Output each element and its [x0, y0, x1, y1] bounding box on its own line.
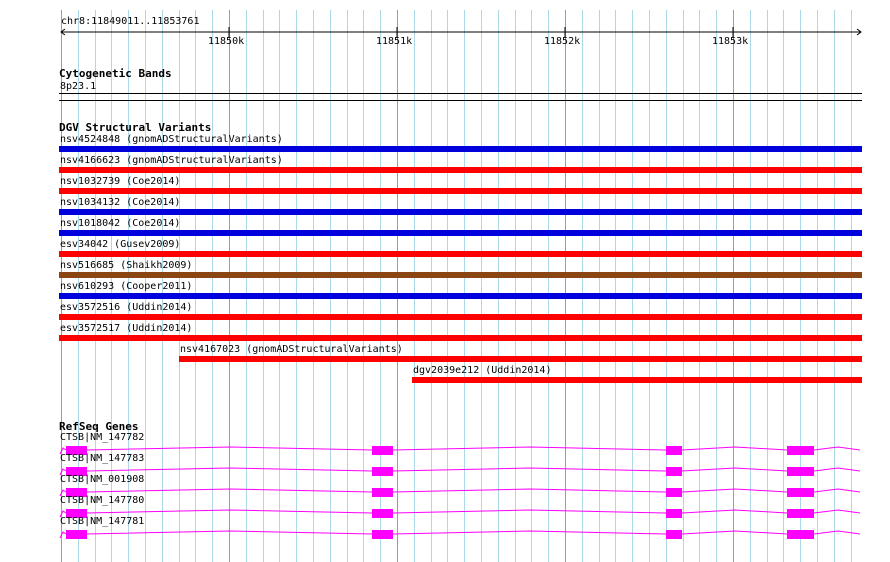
intron-line	[86, 446, 373, 451]
track-title-cytobands[interactable]: Cytogenetic Bands	[59, 68, 172, 79]
dgv-variant-bar[interactable]	[59, 314, 862, 320]
dgv-variant-label: nsv516685 (Shaikh2009)	[60, 260, 193, 271]
exon-block[interactable]	[66, 530, 87, 539]
dgv-variant-label: nsv1032739 (Coe2014)	[60, 176, 181, 187]
ruler-tick-label: 11853k	[712, 36, 749, 47]
intron-line	[813, 488, 861, 493]
intron-line	[86, 467, 373, 472]
intron-line	[392, 467, 667, 472]
dgv-variant-label: nsv1018042 (Coe2014)	[60, 218, 181, 229]
intron-line	[681, 488, 788, 493]
dgv-variant-bar[interactable]	[59, 293, 862, 299]
dgv-variant-bar[interactable]	[59, 146, 862, 152]
exon-block[interactable]	[666, 467, 682, 476]
intron-line	[681, 530, 788, 535]
intron-line	[813, 446, 861, 451]
intron-line	[813, 509, 861, 514]
intron-line	[813, 467, 861, 472]
exon-block[interactable]	[372, 467, 393, 476]
dgv-variant-bar[interactable]	[59, 230, 862, 236]
exon-block[interactable]	[787, 530, 814, 539]
intron-line	[681, 509, 788, 514]
dgv-variant-bar[interactable]	[59, 272, 862, 278]
intron-line	[86, 509, 373, 514]
ruler-tick-label: 11851k	[376, 36, 413, 47]
dgv-variant-bar[interactable]	[59, 209, 862, 215]
exon-block[interactable]	[787, 488, 814, 497]
exon-block[interactable]	[787, 467, 814, 476]
dgv-variant-label: dgv2039e212 (Uddin2014)	[413, 365, 552, 376]
intron-line	[813, 530, 861, 535]
exon-block[interactable]	[372, 488, 393, 497]
dgv-variant-label: nsv610293 (Cooper2011)	[60, 281, 193, 292]
intron-line	[392, 530, 667, 535]
track-divider	[59, 100, 862, 101]
track-title-refseq[interactable]: RefSeq Genes	[59, 421, 138, 432]
ruler-tick-label: 11850k	[208, 36, 245, 47]
exon-block[interactable]	[372, 446, 393, 455]
dgv-variant-label: esv3572516 (Uddin2014)	[60, 302, 193, 313]
intron-line	[681, 467, 788, 472]
dgv-variant-label: esv34042 (Gusev2009)	[60, 239, 181, 250]
dgv-variant-bar[interactable]	[59, 188, 862, 194]
transcript-start-marker	[59, 531, 67, 539]
exon-block[interactable]	[372, 530, 393, 539]
track-title-dgv[interactable]: DGV Structural Variants	[59, 122, 211, 133]
exon-block[interactable]	[787, 446, 814, 455]
exon-block[interactable]	[372, 509, 393, 518]
dgv-variant-bar[interactable]	[412, 377, 862, 383]
ruler[interactable]	[0, 26, 890, 40]
dgv-variant-bar[interactable]	[59, 335, 862, 341]
exon-block[interactable]	[787, 509, 814, 518]
dgv-variant-label: nsv4166623 (gnomADStructuralVariants)	[60, 155, 283, 166]
genome-browser-view[interactable]: chr8:11849011..11853761 11850k 11851k 11…	[0, 0, 890, 562]
dgv-variant-bar[interactable]	[179, 356, 862, 362]
intron-line	[392, 446, 667, 451]
dgv-variant-label: nsv4167023 (gnomADStructuralVariants)	[180, 344, 403, 355]
cytoband-label: 8p23.1	[60, 81, 97, 92]
exon-block[interactable]	[666, 530, 682, 539]
cytoband-rule[interactable]	[59, 93, 862, 94]
intron-line	[392, 488, 667, 493]
intron-line	[681, 446, 788, 451]
dgv-variant-label: nsv1034132 (Coe2014)	[60, 197, 181, 208]
ruler-tick-label: 11852k	[544, 36, 581, 47]
exon-block[interactable]	[666, 509, 682, 518]
intron-line	[392, 509, 667, 514]
intron-line	[86, 530, 373, 535]
dgv-variant-label: esv3572517 (Uddin2014)	[60, 323, 193, 334]
dgv-variant-label: nsv4524848 (gnomADStructuralVariants)	[60, 134, 283, 145]
intron-line	[86, 488, 373, 493]
exon-block[interactable]	[666, 446, 682, 455]
dgv-variant-bar[interactable]	[59, 251, 862, 257]
dgv-variant-bar[interactable]	[59, 167, 862, 173]
exon-block[interactable]	[666, 488, 682, 497]
transcript-model[interactable]	[0, 526, 890, 540]
